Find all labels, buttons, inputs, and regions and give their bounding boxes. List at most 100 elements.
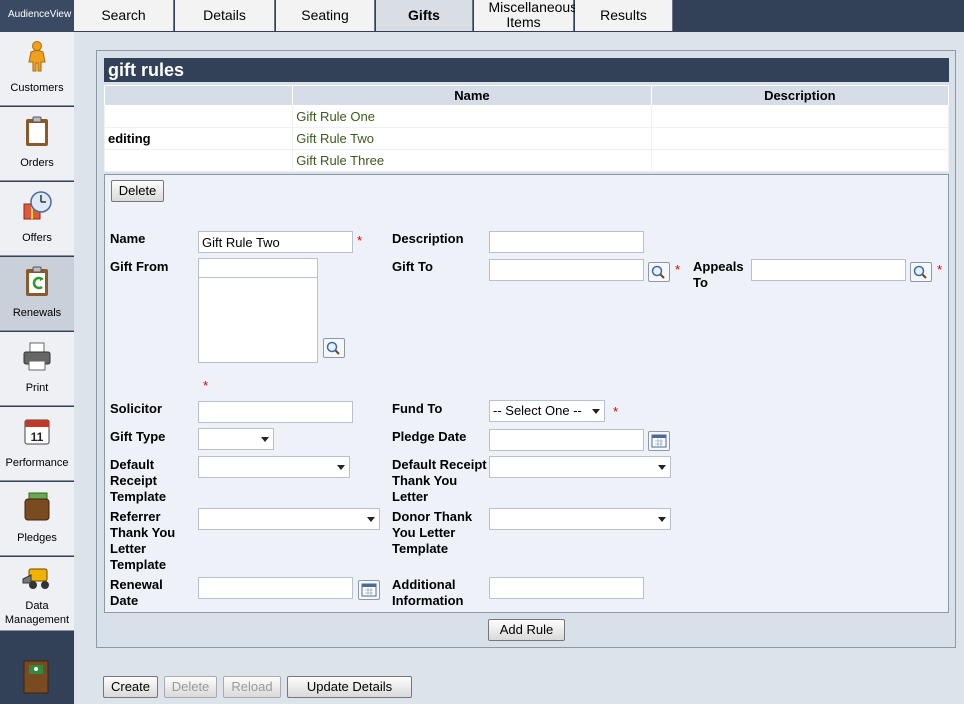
default-receipt-template-select[interactable]	[198, 456, 350, 478]
column-header-name: Name	[292, 85, 652, 106]
row-state: editing	[103, 127, 294, 150]
pledge-date-input[interactable]	[489, 429, 644, 451]
table-row[interactable]: Gift Rule Three	[103, 149, 950, 172]
renewal-date-label: Renewal Date	[110, 577, 163, 608]
magnifier-icon	[326, 341, 340, 355]
chevron-down-icon	[658, 465, 666, 470]
clipboard-icon	[26, 116, 48, 146]
gift-from-input[interactable]	[198, 258, 318, 278]
referrer-thank-you-letter-template-label: Referrer Thank You Letter Template	[110, 509, 176, 572]
nav-label: Data Management	[4, 600, 70, 626]
pledge-date-picker-button[interactable]	[648, 431, 670, 451]
row-state	[103, 149, 294, 172]
nav-pledges[interactable]: Pledges	[0, 482, 74, 556]
section-title: gift rules	[104, 58, 949, 82]
update-details-button[interactable]: Update Details	[287, 676, 412, 698]
donor-thank-you-letter-template-label: Donor Thank You Letter Template	[392, 509, 473, 556]
calendar-icon	[361, 583, 377, 597]
required-marker: *	[613, 404, 619, 419]
delete-rule-button[interactable]: Delete	[111, 180, 164, 202]
gift-from-search-button[interactable]	[323, 338, 345, 358]
renewal-date-input[interactable]	[198, 577, 353, 599]
add-rule-button[interactable]: Add Rule	[488, 619, 565, 641]
additional-information-input[interactable]	[489, 577, 644, 599]
nav-label: Customers	[10, 82, 64, 94]
magnifier-icon	[913, 265, 927, 279]
gift-to-input[interactable]	[489, 259, 644, 281]
nav-label: Orders	[20, 157, 54, 169]
fund-to-value: -- Select One --	[493, 403, 582, 418]
nav-performance[interactable]: 11 Performance	[0, 407, 74, 481]
exit-door-icon[interactable]	[23, 660, 49, 694]
default-receipt-thank-you-letter-select[interactable]	[489, 456, 671, 478]
tab-results[interactable]: Results	[575, 0, 673, 31]
tab-search[interactable]: Search	[74, 0, 174, 31]
fund-to-select[interactable]: -- Select One --	[489, 400, 605, 422]
nav-orders[interactable]: Orders	[0, 107, 74, 181]
brand-logo: AudienceView	[0, 0, 74, 32]
gift-to-search-button[interactable]	[648, 262, 670, 282]
nav-offers[interactable]: Offers	[0, 182, 74, 256]
tab-gifts[interactable]: Gifts	[376, 0, 473, 31]
nav-data-management[interactable]: Data Management	[0, 557, 74, 631]
default-receipt-thank-you-letter-label: Default Receipt Thank You Letter	[392, 457, 487, 504]
left-nav: AudienceView Customers Orders Offers Ren…	[0, 0, 74, 704]
create-button[interactable]: Create	[103, 676, 158, 698]
chevron-down-icon	[261, 437, 269, 442]
row-state	[103, 105, 294, 128]
additional-information-label: Additional Information	[392, 577, 464, 608]
fund-to-label: Fund To	[392, 401, 443, 416]
row-description	[650, 127, 950, 150]
nav-renewals[interactable]: Renewals	[0, 257, 74, 331]
pledge-date-label: Pledge Date	[392, 429, 467, 444]
wallet-icon	[24, 492, 50, 521]
gift-from-list[interactable]	[198, 277, 318, 363]
tab-seating[interactable]: Seating	[276, 0, 375, 31]
calendar-icon	[651, 434, 667, 448]
row-name[interactable]: Gift Rule Two	[292, 127, 652, 150]
appeals-to-input[interactable]	[751, 259, 906, 281]
printer-icon	[23, 342, 51, 371]
loader-icon	[22, 568, 49, 589]
renewal-clipboard-icon	[26, 266, 48, 296]
chevron-down-icon	[658, 517, 666, 522]
solicitor-input[interactable]	[198, 401, 353, 423]
donor-thank-you-letter-template-select[interactable]	[489, 508, 671, 530]
nav-print[interactable]: Print	[0, 332, 74, 406]
tab-details[interactable]: Details	[175, 0, 275, 31]
referrer-thank-you-letter-template-select[interactable]	[198, 508, 380, 530]
table-row[interactable]: editing Gift Rule Two	[103, 127, 950, 150]
nav-label: Performance	[5, 457, 69, 469]
table-header-row: Name Description	[103, 85, 950, 106]
appeals-to-search-button[interactable]	[910, 262, 932, 282]
appeals-to-label: Appeals To	[693, 259, 744, 290]
gift-from-label: Gift From	[110, 259, 169, 274]
tab-label: Miscellaneous Items	[488, 0, 578, 30]
chevron-down-icon	[337, 465, 345, 470]
chevron-down-icon	[592, 409, 600, 414]
nav-customers[interactable]: Customers	[0, 32, 74, 106]
tab-bar: Search Details Seating Gifts Miscellaneo…	[74, 0, 964, 32]
svg-text:11: 11	[31, 430, 44, 444]
required-marker: *	[203, 378, 209, 393]
gift-rules-table: Name Description Gift Rule One editing G…	[103, 85, 950, 172]
nav-label: Renewals	[12, 307, 62, 319]
name-input[interactable]	[198, 231, 353, 253]
gift-clock-icon	[23, 191, 52, 220]
description-label: Description	[392, 231, 464, 246]
row-description	[650, 149, 950, 172]
reload-button[interactable]: Reload	[223, 676, 281, 698]
default-receipt-template-label: Default Receipt Template	[110, 457, 167, 504]
required-marker: *	[675, 262, 681, 277]
table-row[interactable]: Gift Rule One	[103, 105, 950, 128]
row-name[interactable]: Gift Rule Three	[292, 149, 652, 172]
tab-miscellaneous-items[interactable]: Miscellaneous Items	[474, 0, 578, 31]
renewal-date-picker-button[interactable]	[358, 580, 380, 600]
description-input[interactable]	[489, 231, 644, 253]
gift-type-select[interactable]	[198, 428, 274, 450]
row-description	[650, 105, 950, 128]
row-name[interactable]: Gift Rule One	[292, 105, 652, 128]
magnifier-icon	[651, 265, 665, 279]
delete-button[interactable]: Delete	[164, 676, 217, 698]
name-label: Name	[110, 231, 146, 246]
